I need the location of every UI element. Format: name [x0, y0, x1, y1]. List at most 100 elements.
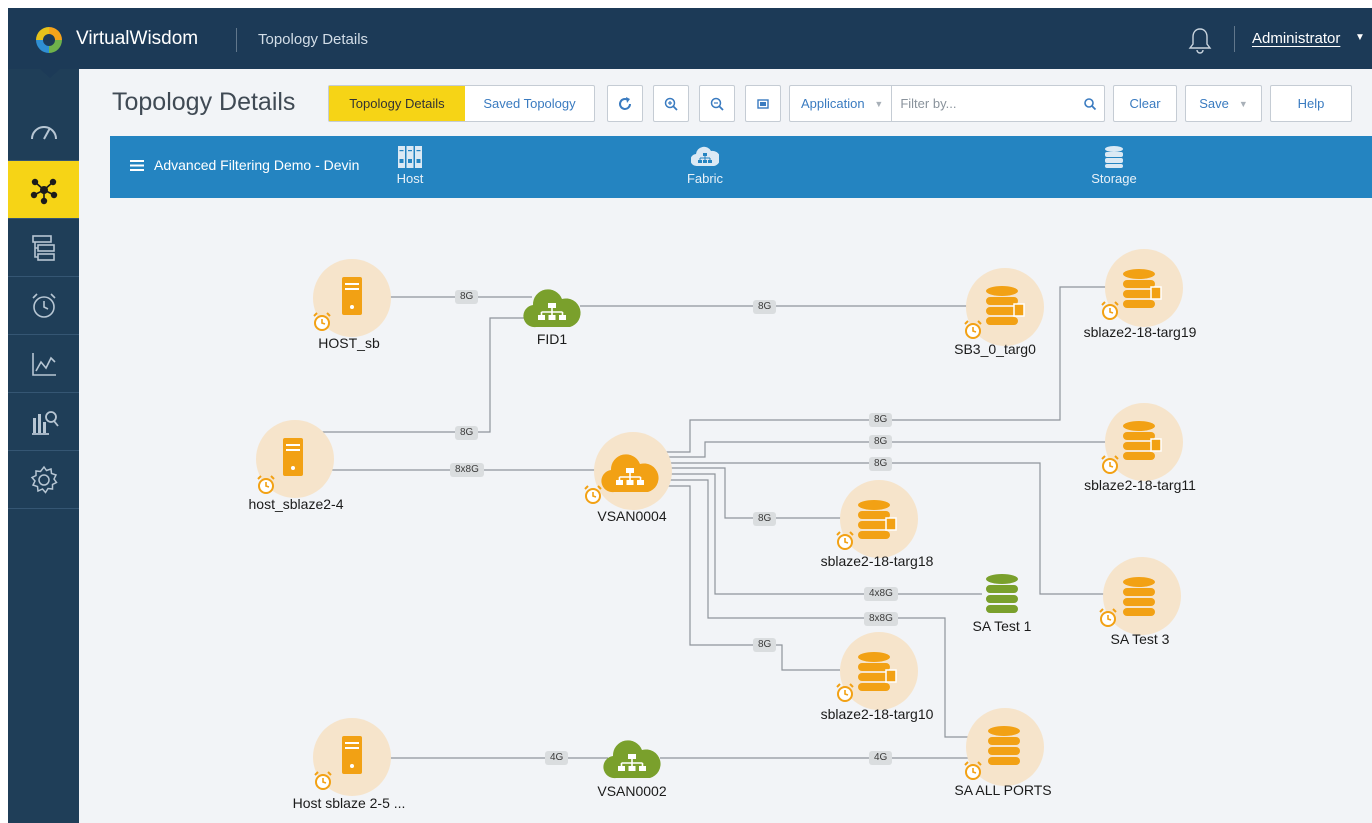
alarm-icon [31, 292, 56, 318]
tab-topology-details[interactable]: Topology Details [329, 86, 465, 121]
alarm-clock-icon[interactable] [834, 682, 856, 704]
caret-down-icon[interactable]: ▼ [1355, 32, 1365, 43]
brand-name: VirtualWisdom [76, 28, 199, 49]
node-name: VSAN0002 [597, 783, 667, 799]
fit-screen-icon [757, 98, 769, 109]
refresh-button[interactable] [607, 85, 643, 122]
column-host-label: Host [396, 171, 424, 186]
sidebar-item-dashboard[interactable] [8, 103, 79, 161]
caret-down-icon: ▼ [874, 99, 884, 109]
alarm-clock-icon[interactable] [1097, 607, 1119, 629]
top-bar: VirtualWisdom Topology Details Administr… [8, 8, 1372, 69]
alarm-clock-icon[interactable] [962, 760, 984, 782]
node-name: SA Test 1 [972, 618, 1032, 634]
link-speed-label[interactable]: 4x8G [864, 587, 898, 601]
link-speed-label[interactable]: 4G [545, 751, 569, 765]
virtualwisdom-logo-icon[interactable] [34, 25, 64, 55]
node-name: sblaze2-18-targ19 [1083, 324, 1197, 340]
node-name: host_sblaze2-4 [248, 496, 344, 512]
filter-group: Application ▼ [789, 85, 1105, 122]
alarm-clock-icon[interactable] [834, 530, 856, 552]
topology-name[interactable]: Advanced Filtering Demo - Devin [154, 157, 359, 173]
tab-saved-topology[interactable]: Saved Topology [465, 86, 594, 121]
save-label: Save [1199, 96, 1229, 111]
link-speed-label[interactable]: 8G [753, 512, 777, 526]
search-button[interactable] [1076, 86, 1104, 121]
gear-icon [30, 465, 58, 494]
sidebar-item-settings[interactable] [8, 451, 79, 509]
save-button[interactable]: Save ▼ [1185, 85, 1262, 122]
zoom-out-icon [710, 97, 724, 111]
node-name: Host sblaze 2-5 ... [292, 795, 406, 811]
fit-to-screen-button[interactable] [745, 85, 781, 122]
alarm-clock-icon[interactable] [582, 484, 604, 506]
node-name: SA Test 3 [1110, 631, 1170, 647]
storage-disk-icon [986, 574, 1018, 613]
alarm-clock-icon[interactable] [311, 311, 333, 333]
link-speed-label[interactable]: 4G [869, 751, 893, 765]
alarm-clock-icon[interactable] [1099, 300, 1121, 322]
fabric-cloud-icon [691, 146, 719, 167]
node-name: sblaze2-18-targ18 [820, 553, 934, 569]
link-speed-label[interactable]: 8G [753, 638, 777, 652]
active-notch [40, 69, 60, 78]
alarm-clock-icon[interactable] [1099, 454, 1121, 476]
sidebar-item-analytics[interactable] [8, 393, 79, 451]
fabric-cloud-icon [603, 740, 661, 779]
node-name: sblaze2-18-targ11 [1084, 477, 1196, 493]
link-speed-label[interactable]: 8x8G [864, 612, 898, 626]
alarm-clock-icon[interactable] [312, 770, 334, 792]
help-button[interactable]: Help [1270, 85, 1352, 122]
storage-disk-icon [988, 726, 1020, 765]
link-speed-label[interactable]: 8G [455, 426, 479, 440]
divider [236, 28, 237, 52]
server-icon [283, 438, 303, 476]
trend-chart-icon [31, 352, 56, 376]
link-speed-label[interactable]: 8G [869, 457, 893, 471]
zoom-in-icon [664, 97, 678, 111]
node-name: sblaze2-18-targ10 [820, 706, 934, 722]
clear-label: Clear [1129, 96, 1161, 111]
page-title: Topology Details [112, 88, 296, 116]
link-speed-label[interactable]: 8G [753, 300, 777, 314]
column-fabric: Fabric [655, 144, 755, 186]
link-speed-label[interactable]: 8G [869, 435, 893, 449]
node-name: HOST_sb [318, 335, 380, 351]
zoom-out-button[interactable] [699, 85, 735, 122]
help-label: Help [1297, 96, 1325, 111]
link-speed-label[interactable]: 8G [455, 290, 479, 304]
column-storage-label: Storage [1091, 171, 1137, 186]
user-menu[interactable]: Administrator [1252, 30, 1340, 47]
link-speed-label[interactable]: 8G [869, 413, 893, 427]
analytics-icon [31, 410, 59, 435]
clear-button[interactable]: Clear [1113, 85, 1177, 122]
alarm-clock-icon[interactable] [962, 319, 984, 341]
servers-icon [398, 146, 422, 168]
storage-disk-icon [1123, 421, 1162, 460]
storage-disk-icon [1123, 577, 1155, 616]
sidebar-item-alarms[interactable] [8, 277, 79, 335]
column-host: Host [360, 144, 460, 186]
sidebar-item-topology[interactable] [8, 161, 79, 219]
alarm-clock-icon[interactable] [255, 474, 277, 496]
zoom-in-button[interactable] [653, 85, 689, 122]
sidebar-item-inventory[interactable] [8, 219, 79, 277]
bell-icon[interactable] [1188, 26, 1212, 54]
server-icon [342, 736, 362, 774]
filter-input[interactable] [892, 86, 1077, 121]
column-storage: Storage [1064, 144, 1164, 186]
sidebar [8, 69, 79, 823]
gauge-icon [30, 125, 57, 139]
server-icon [342, 277, 362, 315]
filter-type-label: Application [801, 96, 865, 111]
divider [1234, 26, 1235, 52]
sidebar-item-trends[interactable] [8, 335, 79, 393]
menu-icon[interactable] [130, 160, 144, 171]
fabric-cloud-icon [601, 454, 659, 493]
storage-disk-icon [986, 286, 1025, 325]
link-speed-label[interactable]: 8x8G [450, 463, 484, 477]
storage-disk-icon [1123, 269, 1162, 308]
column-fabric-label: Fabric [686, 171, 724, 186]
filter-type-select[interactable]: Application ▼ [790, 86, 893, 121]
topology-banner: Advanced Filtering Demo - Devin Host Fab… [110, 136, 1372, 198]
